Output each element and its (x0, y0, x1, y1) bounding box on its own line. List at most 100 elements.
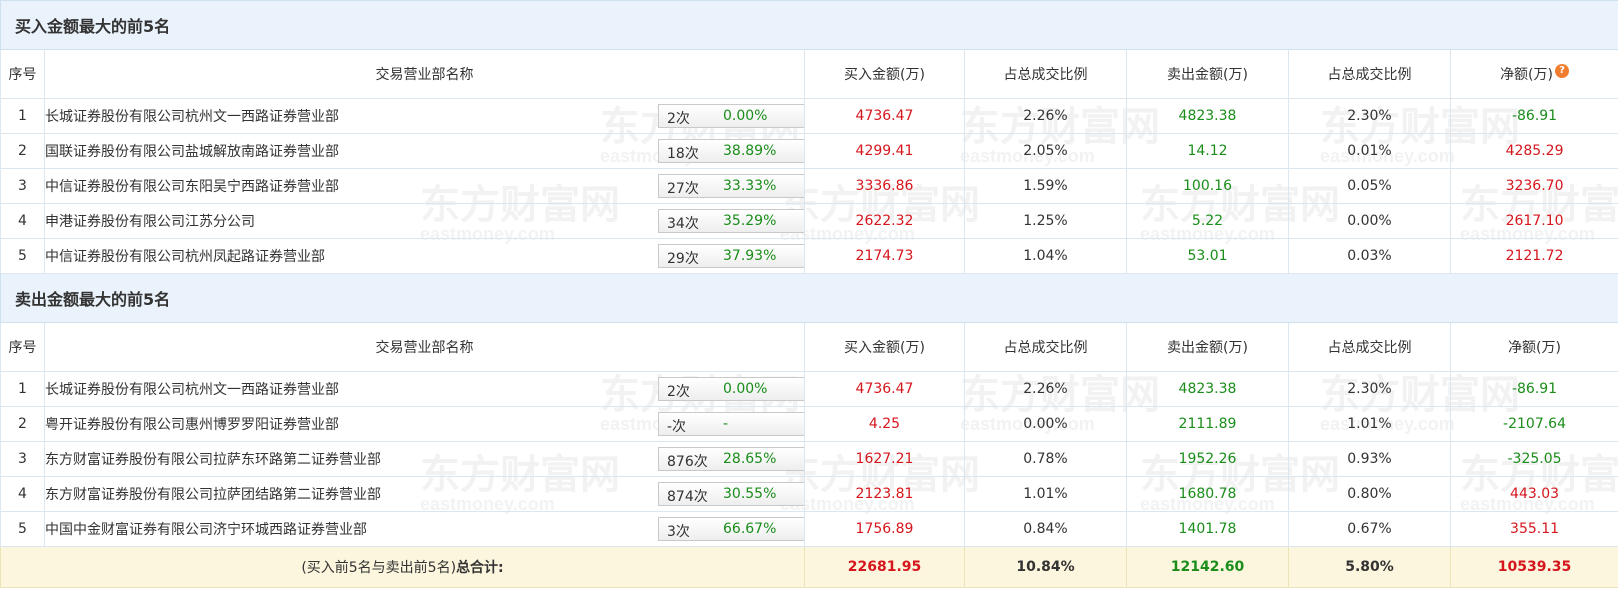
success-rate: 66.67% (723, 521, 777, 537)
branch-name[interactable]: 中国中金财富证券有限公司济宁环城西路证券营业部 (46, 522, 368, 538)
sell-ratio: 2.30% (1288, 371, 1451, 407)
net-amount: -2107.64 (1449, 406, 1618, 442)
appearance-count: 3次 (667, 524, 690, 540)
row-index: 5 (0, 238, 45, 274)
total-buy: 22681.95 (804, 546, 965, 588)
col-buy-pct-header: 占总成交比例 (964, 49, 1127, 99)
success-rate: 38.89% (723, 143, 777, 159)
sell-ratio: 0.67% (1288, 511, 1451, 547)
sell-amount: 53.01 (1126, 238, 1289, 274)
sell-ratio: 0.03% (1288, 238, 1451, 274)
sell-column-headers: 序号 交易营业部名称 买入金额(万) 占总成交比例 卖出金额(万) 占总成交比例… (0, 322, 1618, 372)
success-rate: 0.00% (723, 381, 768, 397)
table-row: 4 东方财富证券股份有限公司拉萨团结路第二证券营业部 874次 30.55% 2123.… (0, 476, 1618, 512)
success-rate: 28.65% (723, 451, 777, 467)
col-sell-pct-header: 占总成交比例 (1288, 49, 1451, 99)
history-stats-button[interactable]: 2次0.00%? (658, 104, 804, 128)
buy-ratio: 2.26% (964, 98, 1127, 134)
buy-ratio: 0.84% (964, 511, 1127, 547)
total-sell-pct: 5.80% (1288, 546, 1451, 588)
total-row: (买入前5名与卖出前5名)总合计: 22681.95 10.84% 12142.… (0, 546, 1618, 588)
appearance-count: 2次 (667, 111, 690, 127)
sell-amount: 100.16 (1126, 168, 1289, 204)
net-amount: 2617.10 (1449, 203, 1618, 239)
col-net-label: 净额(万) (1500, 67, 1553, 83)
buy-column-headers: 序号 交易营业部名称 买入金额(万) 占总成交比例 卖出金额(万) 占总成交比例… (0, 49, 1618, 99)
history-stats-button[interactable]: 18次 38.89% (658, 139, 804, 163)
history-stats-button[interactable]: 27次 33.33% (658, 174, 804, 198)
branch-cell: 中国中金财富证券有限公司济宁环城西路证券营业部 3次 66.67% (44, 511, 805, 547)
branch-cell: 国联证券股份有限公司盐城解放南路证券营业部 18次 38.89% (44, 133, 805, 169)
buy-ratio: 1.01% (964, 476, 1127, 512)
sell-ratio: 0.93% (1288, 441, 1451, 477)
buy-ratio: 2.05% (964, 133, 1127, 169)
sell-ratio: 0.01% (1288, 133, 1451, 169)
sell-amount: 4823.38 (1126, 98, 1289, 134)
total-section: (买入前5名与卖出前5名)总合计: 22681.95 10.84% 12142.… (0, 546, 1618, 588)
history-stats-button[interactable]: 876次 28.65% (658, 447, 804, 471)
col-net-header: 净额(万) (1449, 322, 1618, 372)
branch-cell: 粤开证券股份有限公司惠州博罗罗阳证券营业部 -次 - (44, 406, 805, 442)
sell-rows: 1长城证券股份有限公司杭州文一西路证券营业部2次0.00%?4736.472.2… (0, 371, 1618, 547)
buy-ratio: 0.78% (964, 441, 1127, 477)
total-label-suffix: 总合计: (456, 560, 504, 576)
branch-name[interactable]: 申港证券股份有限公司江苏分公司 (46, 214, 256, 230)
col-name-header: 交易营业部名称 (44, 49, 805, 99)
buy-amount: 1627.21 (804, 441, 965, 477)
question-icon[interactable]: ? (1555, 64, 1569, 78)
sell-amount: 14.12 (1126, 133, 1289, 169)
appearance-count: 876次 (667, 454, 708, 470)
col-name-header: 交易营业部名称 (44, 322, 805, 372)
history-stats-button[interactable]: 29次 37.93% (658, 244, 804, 268)
col-buy-header: 买入金额(万) (804, 49, 965, 99)
buy-ratio: 1.59% (964, 168, 1127, 204)
branch-name[interactable]: 国联证券股份有限公司盐城解放南路证券营业部 (46, 144, 340, 160)
buy-amount: 4299.41 (804, 133, 965, 169)
col-sell-pct-header: 占总成交比例 (1288, 322, 1451, 372)
sell-ratio: 0.05% (1288, 168, 1451, 204)
col-buy-header: 买入金额(万) (804, 322, 965, 372)
branch-cell: 长城证券股份有限公司杭州文一西路证券营业部2次0.00%? (44, 98, 805, 134)
success-rate: 37.93% (723, 248, 777, 264)
buy-ratio: 0.00% (964, 406, 1127, 442)
branch-name[interactable]: 长城证券股份有限公司杭州文一西路证券营业部 (46, 109, 340, 125)
net-amount: 443.03 (1449, 476, 1618, 512)
table-row: 3 中信证券股份有限公司东阳吴宁西路证券营业部 27次 33.33% 3336.86 1.… (0, 168, 1618, 204)
history-stats-button[interactable]: 2次0.00%? (658, 377, 804, 401)
sell-amount: 5.22 (1126, 203, 1289, 239)
sell-section: 卖出金额最大的前5名 序号 交易营业部名称 买入金额(万) 占总成交比例 卖出金… (0, 273, 1618, 372)
branch-cell: 中信证券股份有限公司东阳吴宁西路证券营业部 27次 33.33% (44, 168, 805, 204)
lhb-table: 买入金额最大的前5名 序号 交易营业部名称 买入金额(万) 占总成交比例 卖出金… (0, 0, 1618, 588)
branch-name[interactable]: 东方财富证券股份有限公司拉萨东环路第二证券营业部 (46, 452, 382, 468)
sell-amount: 1952.26 (1126, 441, 1289, 477)
history-stats-button[interactable]: 34次 35.29% (658, 209, 804, 233)
row-index: 1 (0, 98, 45, 134)
branch-name[interactable]: 长城证券股份有限公司杭州文一西路证券营业部 (46, 382, 340, 398)
row-index: 4 (0, 203, 45, 239)
net-amount: 4285.29 (1449, 133, 1618, 169)
branch-name[interactable]: 粤开证券股份有限公司惠州博罗罗阳证券营业部 (46, 417, 340, 433)
row-index: 2 (0, 406, 45, 442)
appearance-count: 34次 (667, 216, 699, 232)
appearance-count: -次 (667, 419, 687, 435)
branch-cell: 东方财富证券股份有限公司拉萨东环路第二证券营业部 876次 28.65% (44, 441, 805, 477)
success-rate: 0.00% (723, 108, 768, 124)
sell-ratio: 2.30% (1288, 98, 1451, 134)
branch-cell: 申港证券股份有限公司江苏分公司 34次 35.29% (44, 203, 805, 239)
sell-section-header: 卖出金额最大的前5名 (0, 273, 1618, 323)
sell-ratio: 0.80% (1288, 476, 1451, 512)
col-net-header: 净额(万)? (1449, 49, 1618, 99)
branch-cell: 中信证券股份有限公司杭州凤起路证券营业部 29次 37.93% (44, 238, 805, 274)
branch-name[interactable]: 中信证券股份有限公司杭州凤起路证券营业部 (46, 249, 326, 265)
sell-section-title: 卖出金额最大的前5名 (0, 273, 1618, 323)
history-stats-button[interactable]: 874次 30.55% (658, 482, 804, 506)
row-index: 2 (0, 133, 45, 169)
net-amount: 355.11 (1449, 511, 1618, 547)
branch-name[interactable]: 中信证券股份有限公司东阳吴宁西路证券营业部 (46, 179, 340, 195)
buy-amount: 4736.47 (804, 98, 965, 134)
branch-name[interactable]: 东方财富证券股份有限公司拉萨团结路第二证券营业部 (46, 487, 382, 503)
history-stats-button[interactable]: -次 - (658, 412, 804, 436)
col-sell-header: 卖出金额(万) (1126, 322, 1289, 372)
history-stats-button[interactable]: 3次 66.67% (658, 517, 804, 541)
branch-cell: 长城证券股份有限公司杭州文一西路证券营业部 2次0.00%? (44, 371, 805, 407)
